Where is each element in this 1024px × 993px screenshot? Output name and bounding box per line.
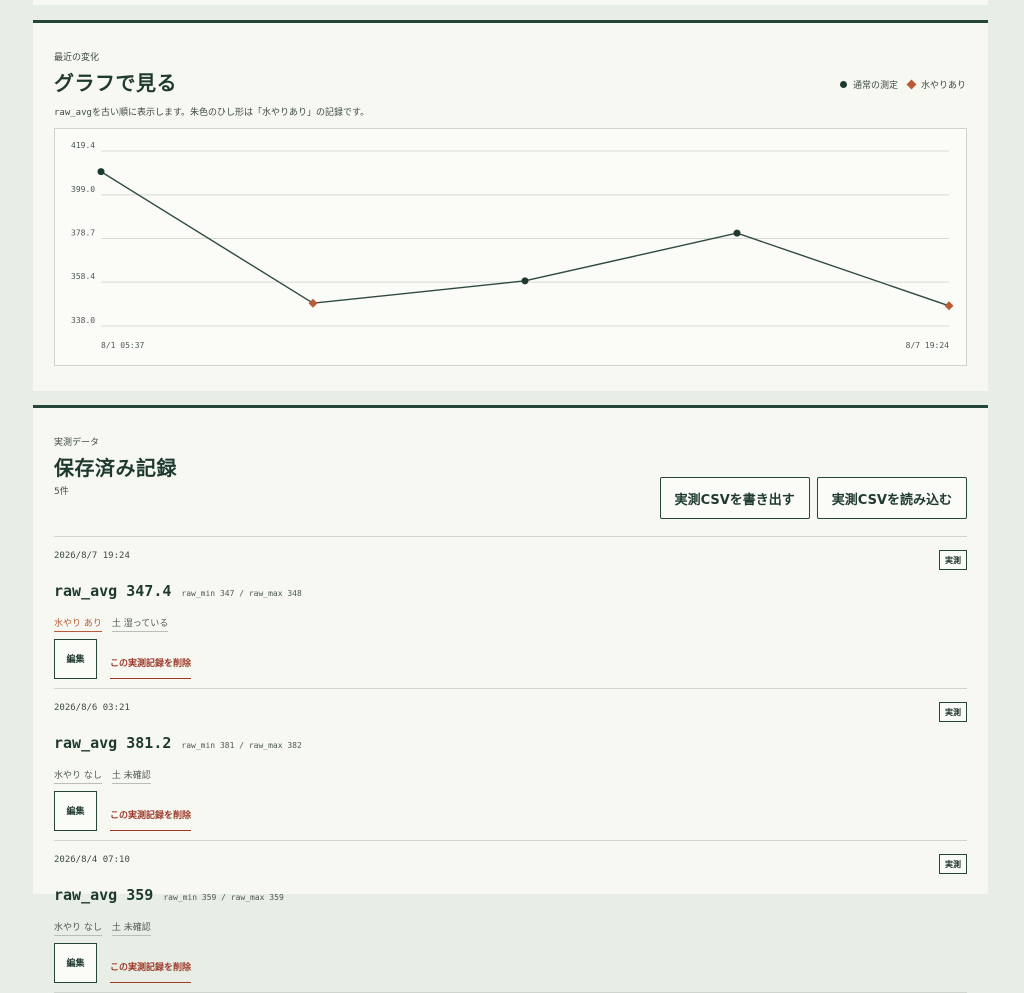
data-point[interactable] [97,168,105,176]
record-actions: 編集 この実測記録を削除 [54,942,192,983]
chart-eyebrow: 最近の変化 [54,53,100,63]
record-actions: 編集 この実測記録を削除 [54,638,192,679]
import-csv-button[interactable]: 実測CSVを読み込む [816,477,967,519]
watered-diamond-icon [906,79,917,90]
export-csv-button[interactable]: 実測CSVを書き出す [659,477,810,519]
chart-card: 最近の変化 グラフで見る raw_avgを古い順に表示します。朱色のひし形は「水… [33,20,988,391]
data-point[interactable] [733,229,741,237]
y-tick-label: 358.4 [71,272,95,281]
record-item: 2026/8/6 03:21 実測 raw_avg 381.2 raw_min … [54,689,967,841]
line-chart: 419.4 399.0 378.7 358.4 338.0 8/1 05:37 8/7 19… [54,128,967,366]
records-card: 実測データ 保存済み記録 5件 実測CSVを書き出す 実測CSVを読み込む 20… [33,405,988,993]
record-values: raw_avg 359 raw_min 359 / raw_max 359 [54,886,284,904]
edit-button[interactable]: 編集 [54,638,97,679]
record-raw-avg: raw_avg 359 [54,886,154,904]
watered-point[interactable] [944,301,954,311]
chart-svg: 419.4 399.0 378.7 358.4 338.0 8/1 05:37 8/7 19… [71,141,954,350]
previous-card-edge [33,0,988,5]
x-tick-label-end: 8/7 19:24 [906,341,950,350]
record-tags: 水やり なし 土 未確認 [54,768,151,784]
record-raw-avg: raw_avg 381.2 [54,734,172,752]
record-item: 2026/8/7 19:24 実測 raw_avg 347.4 raw_min … [54,537,967,689]
chart-description-text: を古い順に表示します。朱色のひし形は「水やりあり」の記録です。 [91,108,370,118]
raw-avg-code: raw_avg [54,108,92,118]
water-tag: 水やり なし [54,768,102,784]
record-date: 2026/8/6 03:21 [54,703,130,713]
record-date: 2026/8/7 19:24 [54,551,130,561]
y-tick-label: 419.4 [71,141,95,150]
chart-heading: グラフで見る [54,71,177,95]
soil-tag: 土 湿っている [111,616,169,632]
legend-normal-label: 通常の測定 [852,81,898,91]
normal-marker-icon [839,81,847,88]
record-min-max: raw_min 347 / raw_max 348 [181,589,302,598]
water-tag: 水やり なし [54,920,102,936]
chart-description: raw_avgを古い順に表示します。朱色のひし形は「水やりあり」の記録です。 [54,105,967,118]
record-item: 2026/8/4 07:10 実測 raw_avg 359 raw_min 35… [54,841,967,993]
legend-water-label: 水やりあり [920,81,966,91]
record-type-badge: 実測 [939,550,967,570]
y-tick-label: 399.0 [71,185,95,194]
records-header: 実測データ 保存済み記録 5件 実測CSVを書き出す 実測CSVを読み込む [54,435,967,537]
records-eyebrow: 実測データ [54,438,100,448]
record-tags: 水やり あり 土 湿っている [54,616,169,632]
y-tick-label: 378.7 [71,229,95,238]
record-values: raw_avg 347.4 raw_min 347 / raw_max 348 [54,582,302,600]
record-list: 2026/8/7 19:24 実測 raw_avg 347.4 raw_min … [54,537,967,993]
data-point[interactable] [521,277,529,285]
record-date: 2026/8/4 07:10 [54,855,130,865]
record-type-badge: 実測 [939,854,967,874]
y-tick-label: 338.0 [71,316,95,325]
record-tags: 水やり なし 土 未確認 [54,920,151,936]
water-tag: 水やり あり [54,616,102,632]
record-min-max: raw_min 359 / raw_max 359 [163,893,284,902]
delete-record-button[interactable]: この実測記録を削除 [110,952,192,983]
soil-tag: 土 未確認 [111,768,151,784]
record-raw-avg: raw_avg 347.4 [54,582,172,600]
delete-record-button[interactable]: この実測記録を削除 [110,648,192,679]
x-tick-label-start: 8/1 05:37 [101,341,145,350]
chart-legend: 通常の測定 水やりあり [839,78,966,91]
soil-tag: 土 未確認 [111,920,151,936]
delete-record-button[interactable]: この実測記録を削除 [110,800,192,831]
edit-button[interactable]: 編集 [54,942,97,983]
edit-button[interactable]: 編集 [54,790,97,831]
record-values: raw_avg 381.2 raw_min 381 / raw_max 382 [54,734,302,752]
watered-point[interactable] [308,298,318,308]
record-actions: 編集 この実測記録を削除 [54,790,192,831]
csv-buttons: 実測CSVを書き出す 実測CSVを読み込む [659,477,967,519]
record-min-max: raw_min 381 / raw_max 382 [181,741,302,750]
record-type-badge: 実測 [939,702,967,722]
